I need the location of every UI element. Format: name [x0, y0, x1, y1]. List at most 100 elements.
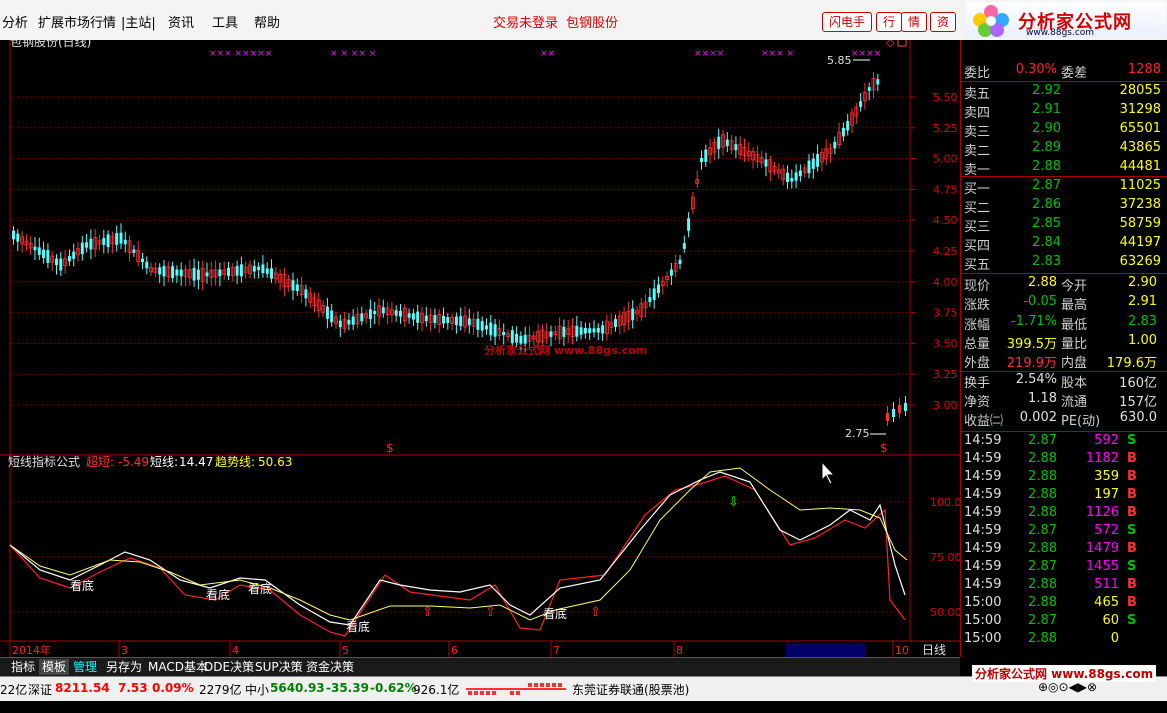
tick-volume: 572: [1094, 523, 1119, 538]
price-tick-label: 5.00: [933, 153, 958, 166]
dollar-mark: $: [386, 441, 394, 455]
stat-value: 0.002: [1019, 410, 1057, 426]
ask-label: 卖三: [964, 125, 991, 140]
down-arrow-icon: ⇩: [728, 495, 739, 510]
tick-side: S: [1127, 559, 1137, 574]
site-logo: 分析家公式网 www.88gs.com: [966, 2, 1166, 38]
tick-row: 14:59 2.88 359 B: [961, 469, 1167, 488]
sz-index-amount: 2279亿: [199, 683, 242, 697]
tick-price: 2.87: [1028, 433, 1057, 448]
bid-label: 买一: [964, 182, 991, 197]
footer-toolbar-icons[interactable]: ⊕◎⊙◀▶⊗: [1038, 680, 1097, 694]
tab-save-as[interactable]: 另存为: [103, 659, 145, 675]
tab-fund[interactable]: 资金决策: [303, 659, 357, 675]
stat-label: 今开: [1061, 279, 1088, 294]
signal-marks: ××××: [851, 49, 881, 59]
menu-main-station[interactable]: |主站|: [121, 12, 156, 31]
stat-value: 2.83: [1128, 313, 1157, 329]
tick-price: 2.88: [1028, 487, 1057, 502]
ask-row[interactable]: 卖五 2.92 28055: [961, 83, 1167, 102]
menu-help[interactable]: 帮助: [254, 12, 280, 31]
tick-time: 14:59: [964, 433, 1002, 448]
annotation-bottom: 看底: [346, 619, 370, 634]
bid-row[interactable]: 买二 2.86 37238: [961, 197, 1167, 216]
stat-label: 外盘: [964, 356, 991, 372]
stat-row: 现价 2.88 今开 2.90: [961, 275, 1167, 294]
zx-index-value: 5640.93: [270, 681, 325, 695]
stat-value: 2.90: [1128, 275, 1157, 290]
indicator-tick-label: 50.00: [930, 606, 960, 619]
tab-sup[interactable]: SUP决策: [252, 659, 306, 675]
menu-ext-market[interactable]: 扩展市场行情: [38, 12, 116, 31]
stat-value: 2.54%: [1015, 371, 1057, 387]
stat-label: PE(动): [1061, 414, 1101, 430]
menu-tools[interactable]: 工具: [212, 12, 238, 31]
tick-side: B: [1127, 577, 1137, 592]
tick-price: 2.88: [1028, 469, 1057, 484]
zx-index-label[interactable]: 中小: [245, 681, 269, 698]
tick-side: B: [1127, 487, 1137, 502]
quote-button-1[interactable]: 行: [876, 12, 903, 32]
info-button[interactable]: 资: [930, 12, 957, 32]
tick-time: 14:59: [964, 577, 1002, 592]
tick-volume: 0: [1110, 631, 1119, 646]
kline-chart[interactable]: 5.50 5.25 5.00 4.75 4.50 4.25 4.00 3.75 3.50 3.25…: [0, 35, 962, 657]
zx-index-amount: 926.1亿: [413, 683, 460, 697]
annotation-bottom: 看底: [70, 578, 94, 593]
tick-row: 15:00 2.87 60 S: [961, 613, 1167, 632]
tab-indicator[interactable]: 指标: [8, 659, 38, 675]
window-icon[interactable]: [897, 36, 907, 47]
indicator-title: 短线指标公式: [8, 454, 80, 469]
price-tick-label: 3.25: [933, 368, 958, 381]
period-label[interactable]: 日线: [922, 643, 946, 657]
ask-row[interactable]: 卖二 2.89 43865: [961, 140, 1167, 159]
ask-label: 卖二: [964, 144, 991, 159]
login-status[interactable]: 交易未登录: [493, 12, 558, 31]
stat-label: 净资: [964, 394, 991, 410]
x-axis-label: 5: [342, 644, 349, 657]
signal-marks: ××× ×××××: [209, 49, 272, 59]
stat-value: 399.5万: [1006, 336, 1057, 352]
zx-index-change: -35.39: [326, 681, 369, 695]
bid-price: 2.83: [1032, 254, 1061, 269]
menu-analysis[interactable]: 分析: [2, 12, 28, 31]
date-highlight: [786, 643, 866, 657]
stat-value: 160亿: [1119, 375, 1157, 391]
tab-dde[interactable]: DDE决策: [201, 659, 257, 675]
price-tick-label: 4.25: [933, 245, 958, 258]
broker-name[interactable]: 东莞证券联通(股票池): [572, 681, 689, 698]
price-tick-label: 3.50: [933, 337, 958, 350]
x-axis-label: 10: [895, 644, 909, 657]
quote-button-2[interactable]: 情: [901, 12, 928, 32]
indicator-value-ultra-short: -5.49: [118, 455, 149, 469]
tab-manage[interactable]: 管理: [70, 659, 100, 675]
tick-side: B: [1127, 541, 1137, 556]
stat-label: 流通: [1061, 394, 1088, 410]
flash-trade-button[interactable]: 闪电手: [822, 12, 873, 32]
ask-volume: 44481: [1119, 159, 1161, 174]
stat-label: 内盘: [1061, 356, 1088, 372]
sz-index-label[interactable]: 深证: [28, 681, 52, 698]
price-tick-label: 4.75: [933, 183, 958, 196]
bid-row[interactable]: 买四 2.84 44197: [961, 235, 1167, 254]
chart-area[interactable]: 5.50 5.25 5.00 4.75 4.50 4.25 4.00 3.75 3.50 3.25…: [0, 35, 962, 657]
bid-row[interactable]: 买一 2.87 11025: [961, 178, 1167, 197]
diamond-icon[interactable]: ◇: [886, 36, 895, 49]
tick-volume: 60: [1102, 613, 1119, 628]
bid-row[interactable]: 买三 2.85 58759: [961, 216, 1167, 235]
stat-row: 换手 2.54% 股本 160亿: [961, 372, 1167, 391]
menu-info[interactable]: 资讯: [168, 12, 194, 31]
weicha-label: 委差: [1061, 66, 1088, 81]
ask-row[interactable]: 卖四 2.91 31298: [961, 102, 1167, 121]
dollar-mark: $: [880, 441, 888, 455]
indicator-tick-label: 100.0: [930, 496, 960, 509]
tick-row: 14:59 2.88 197 B: [961, 487, 1167, 506]
tab-template[interactable]: 模板: [39, 659, 70, 675]
tick-time: 14:59: [964, 487, 1002, 502]
stat-value: 219.9万: [1006, 356, 1057, 372]
bid-row[interactable]: 买五 2.83 63269: [961, 254, 1167, 273]
annotation-bottom: 看底: [206, 587, 230, 602]
ask-row[interactable]: 卖三 2.90 65501: [961, 121, 1167, 140]
stat-label: 总量: [964, 336, 991, 352]
tick-volume: 1182: [1085, 451, 1119, 466]
